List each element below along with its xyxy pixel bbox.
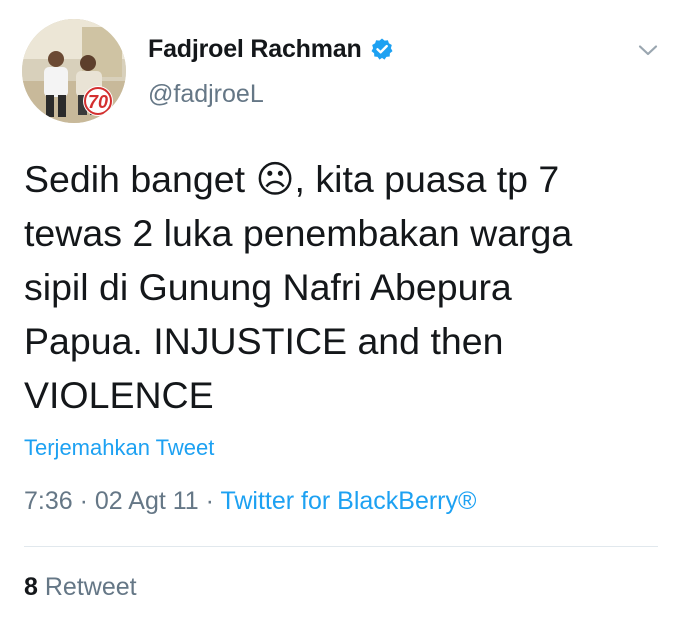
avatar-badge-text: 70 bbox=[88, 92, 108, 112]
retweet-stats[interactable]: 8 Retweet bbox=[24, 573, 137, 602]
avatar[interactable]: 70 bbox=[22, 19, 126, 123]
tweet-metadata: 7:36 · 02 Agt 11 · Twitter for BlackBerr… bbox=[24, 487, 476, 516]
tweet-card: 70 Fadjroel Rachman @fadjroeL Sedih bang… bbox=[0, 0, 680, 628]
display-name[interactable]: Fadjroel Rachman bbox=[148, 35, 362, 64]
chevron-down-icon[interactable] bbox=[636, 38, 660, 62]
meta-separator: · bbox=[72, 487, 95, 515]
retweet-count: 8 bbox=[24, 573, 38, 601]
translate-tweet-link[interactable]: Terjemahkan Tweet bbox=[24, 435, 214, 461]
author-name-row: Fadjroel Rachman bbox=[148, 31, 394, 67]
tweet-date[interactable]: 02 Agt 11 bbox=[95, 487, 199, 515]
tweet-time[interactable]: 7:36 bbox=[24, 487, 73, 515]
avatar-photo: 70 bbox=[22, 19, 126, 123]
verified-badge-icon bbox=[370, 37, 394, 61]
retweet-label: Retweet bbox=[44, 573, 137, 601]
tweet-source-link[interactable]: Twitter for BlackBerry® bbox=[220, 487, 476, 515]
meta-separator: · bbox=[198, 487, 221, 515]
divider bbox=[24, 546, 658, 547]
tweet-text: Sedih banget ☹, kita puasa tp 7 tewas 2 … bbox=[24, 158, 573, 416]
user-handle[interactable]: @fadjroeL bbox=[148, 80, 264, 109]
